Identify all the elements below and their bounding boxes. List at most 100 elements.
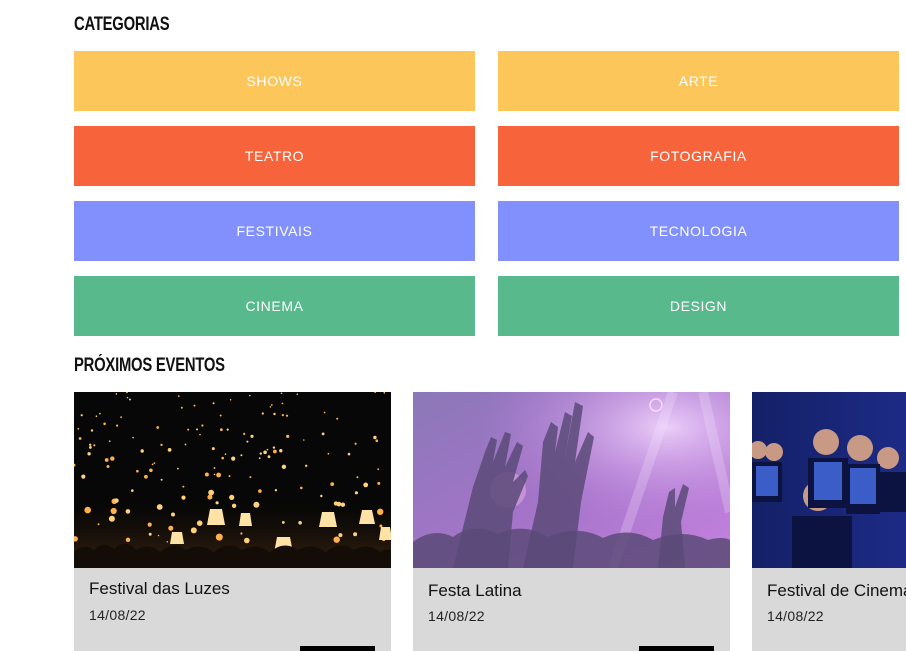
lantern-light bbox=[211, 447, 215, 451]
category-label: TEATRO bbox=[244, 148, 305, 164]
lantern-light bbox=[80, 414, 83, 417]
lantern-light bbox=[90, 429, 94, 432]
category-button-cinema[interactable]: CINEMA bbox=[74, 276, 475, 336]
lantern-light bbox=[97, 523, 100, 526]
event-image-concert-crowd bbox=[413, 392, 730, 568]
lantern-light bbox=[353, 532, 358, 537]
lantern-light bbox=[148, 532, 152, 536]
lantern-light bbox=[296, 393, 299, 395]
category-label: ARTE bbox=[678, 73, 719, 89]
lantern-light bbox=[151, 463, 154, 466]
lantern-light bbox=[340, 502, 346, 507]
event-details-button[interactable] bbox=[300, 646, 375, 651]
lantern-light bbox=[269, 406, 272, 408]
event-details-button[interactable] bbox=[639, 646, 714, 651]
lantern-light bbox=[320, 494, 323, 498]
lantern-light bbox=[228, 475, 231, 478]
lantern-light bbox=[156, 426, 160, 429]
lantern-light bbox=[229, 494, 235, 500]
lantern-light bbox=[323, 411, 326, 414]
lantern-light bbox=[240, 454, 243, 457]
lantern-light bbox=[181, 495, 186, 500]
lantern-light bbox=[286, 434, 290, 438]
lantern-light bbox=[231, 456, 236, 461]
category-label: FESTIVAIS bbox=[236, 223, 313, 239]
event-name: Festival de Cinema bbox=[767, 581, 906, 600]
lantern-light bbox=[221, 456, 224, 460]
lantern-light bbox=[199, 433, 201, 436]
lantern-light bbox=[116, 424, 119, 427]
lantern-light bbox=[377, 508, 384, 515]
lantern-light bbox=[253, 501, 260, 508]
lantern-light bbox=[356, 476, 359, 479]
lantern-light bbox=[196, 428, 198, 431]
lantern-light bbox=[87, 452, 91, 456]
category-label: CINEMA bbox=[245, 298, 304, 314]
lantern-light bbox=[363, 482, 369, 488]
lantern-light bbox=[226, 428, 229, 431]
lantern-light bbox=[373, 435, 377, 440]
lantern-light bbox=[125, 537, 131, 542]
categories-title: CATEGORIAS bbox=[74, 14, 170, 35]
event-name: Festival das Luzes bbox=[89, 579, 230, 598]
lantern-light bbox=[298, 521, 302, 525]
lantern-light bbox=[110, 507, 117, 515]
lantern-light bbox=[300, 486, 303, 490]
lantern-light bbox=[281, 414, 284, 417]
lantern-light bbox=[89, 443, 92, 446]
category-button-fotografia[interactable]: FOTOGRAFIA bbox=[498, 126, 899, 186]
lantern-light bbox=[103, 422, 106, 426]
lantern-light bbox=[336, 501, 342, 507]
lantern-light bbox=[193, 404, 196, 407]
category-button-festivais[interactable]: FESTIVAIS bbox=[74, 201, 475, 261]
lantern-light bbox=[273, 449, 277, 454]
lantern-light bbox=[303, 439, 305, 441]
lantern-light bbox=[259, 452, 262, 455]
category-button-tecnologia[interactable]: TECNOLOGIA bbox=[498, 201, 899, 261]
category-button-shows[interactable]: SHOWS bbox=[74, 51, 475, 111]
category-label: FOTOGRAFIA bbox=[650, 148, 747, 164]
lantern-light bbox=[321, 432, 325, 436]
lantern-light bbox=[178, 395, 180, 397]
event-card[interactable]: Festival de Cinema 14/08/22 bbox=[752, 392, 906, 651]
lantern-light bbox=[338, 533, 343, 538]
lantern-light bbox=[231, 503, 237, 508]
lantern-light bbox=[125, 509, 131, 514]
lantern-light bbox=[207, 494, 213, 500]
event-card[interactable]: Festival das Luzes 14/08/22 bbox=[74, 392, 391, 651]
lantern-light bbox=[281, 464, 287, 469]
lantern-light bbox=[182, 485, 185, 488]
event-name: Festa Latina bbox=[428, 581, 522, 600]
lantern-light bbox=[190, 527, 197, 534]
lantern-light bbox=[224, 453, 227, 455]
lantern-light bbox=[168, 525, 174, 531]
event-date: 14/08/22 bbox=[767, 608, 824, 624]
lantern-light bbox=[171, 512, 175, 517]
lantern-light bbox=[270, 404, 273, 406]
category-button-arte[interactable]: ARTE bbox=[498, 51, 899, 111]
lantern-light bbox=[149, 468, 153, 473]
event-card[interactable]: Festa Latina 14/08/22 bbox=[413, 392, 730, 651]
categories-grid: SHOWS ARTE TEATRO FOTOGRAFIA FESTIVAIS T… bbox=[74, 51, 899, 336]
lantern-light bbox=[215, 533, 223, 541]
lantern-light bbox=[208, 489, 215, 496]
category-label: TECNOLOGIA bbox=[649, 223, 748, 239]
lantern-light bbox=[106, 465, 110, 468]
lantern-light bbox=[120, 416, 122, 418]
event-date: 14/08/22 bbox=[89, 607, 146, 623]
lantern-light bbox=[84, 506, 91, 514]
upcoming-events-title: PRÓXIMOS EVENTOS bbox=[74, 355, 225, 376]
lantern-light bbox=[196, 520, 203, 526]
lantern-light bbox=[81, 474, 86, 479]
lantern-light bbox=[246, 440, 249, 443]
lantern-light bbox=[99, 412, 101, 415]
lantern-light bbox=[132, 436, 134, 439]
lantern-light bbox=[136, 469, 139, 473]
category-button-teatro[interactable]: TEATRO bbox=[74, 126, 475, 186]
lantern-light bbox=[115, 393, 118, 395]
lantern-light bbox=[249, 394, 251, 397]
lantern-light bbox=[243, 432, 246, 435]
lantern-light bbox=[377, 481, 381, 485]
category-button-design[interactable]: DESIGN bbox=[498, 276, 899, 336]
lantern-light bbox=[131, 489, 134, 492]
